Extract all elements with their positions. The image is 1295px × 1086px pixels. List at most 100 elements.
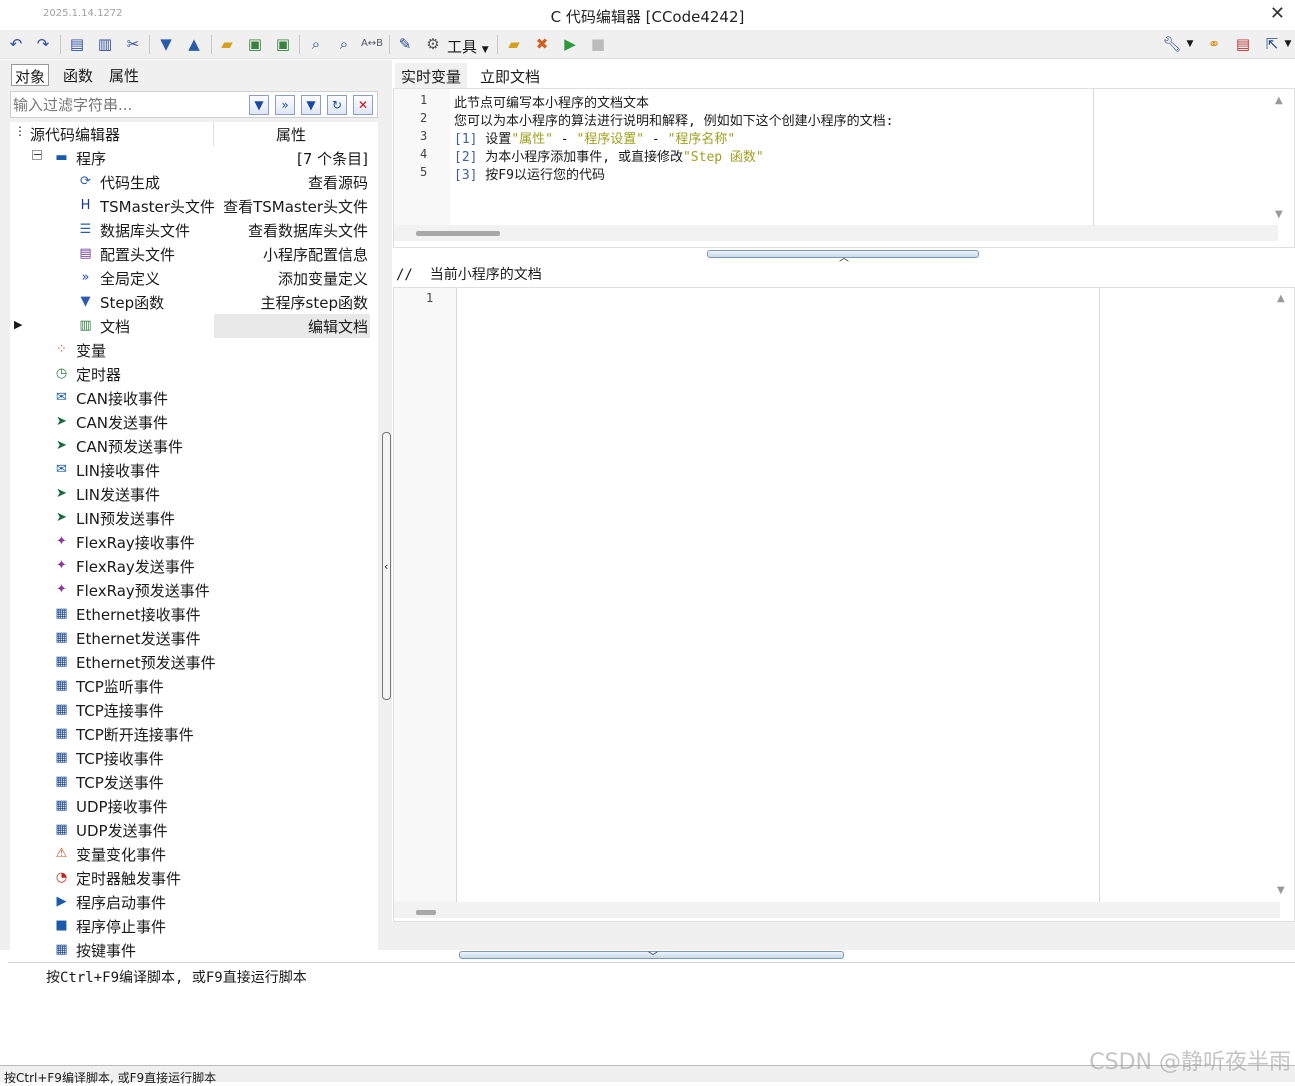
tree-item[interactable]: ◔ 定时器触发事件 [10,866,378,890]
tree-item-program[interactable]: − ▬ 程序 [7 个条目] [10,146,378,170]
ethernet-icon: ▦ [55,678,68,693]
tree-item-label: 按键事件 [76,942,137,960]
tree-item-label: 程序 [76,150,107,168]
apply-filter-icon[interactable]: » [275,95,295,115]
tree-item[interactable]: ▦ TCP连接事件 [10,698,378,722]
tree-item[interactable]: ✉ LIN接收事件 [10,458,378,482]
gear-icon[interactable]: ⚙ [423,34,443,54]
tree-item[interactable]: ◷ 定时器 [10,362,378,386]
tree-item-attr: 小程序配置信息 [262,246,368,264]
window-icon: ▬ [55,150,68,165]
scroll-up-icon[interactable]: ▲ [1275,95,1283,106]
tree-item[interactable]: ▦ TCP接收事件 [10,746,378,770]
toolbar: ↶ ↷ ▤ ▥ ✂ ▼ ▲ ▰ ▣ ▣ ⌕ ⌕ A↔B ✎ ⚙ 工具 ▼ ▰ ✖… [0,30,1295,59]
tree-item[interactable]: ✦ FlexRay发送事件 [10,554,378,578]
redo-icon[interactable]: ↷ [33,34,53,54]
global-icon: » [81,270,90,285]
tree-item[interactable]: ➤ LIN预发送事件 [10,506,378,530]
export-dropdown-icon[interactable]: ▼ [1278,34,1295,54]
filter-down-icon[interactable]: ▼ [301,95,321,115]
tree-item[interactable]: ▦ Ethernet发送事件 [10,626,378,650]
filter-bar: ▼ » ▼ ↻ ✕ [10,91,378,118]
cut-icon[interactable]: ✂ [123,34,143,54]
scroll-up-icon[interactable]: ▲ [1277,293,1285,304]
wrench-icon[interactable]: 🔧︎ [1162,34,1182,54]
tree-item[interactable]: ▦ UDP接收事件 [10,794,378,818]
tab-immediate-doc[interactable]: 立即文档 [474,63,547,89]
compile-icon[interactable]: ✖ [532,34,552,54]
move-down-icon[interactable]: ▼ [156,34,176,54]
tools-menu[interactable]: 工具 ▼ [447,36,489,57]
save-icon[interactable]: ▣ [245,34,265,54]
scroll-down-icon[interactable]: ▼ [1277,885,1285,896]
chevron-up-icon[interactable]: ︿ [839,249,849,264]
help-editor[interactable]: 1 2 3 4 5 此节点可编写本小程序的文档文本 您可以为本小程序的算法进行说… [393,88,1295,248]
close-doc-icon[interactable]: ▤ [1233,34,1253,54]
tree-item-5[interactable]: » 全局定义 添加变量定义 [10,266,378,290]
undo-icon[interactable]: ↶ [6,34,26,54]
tree-item[interactable]: ▦ TCP断开连接事件 [10,722,378,746]
tree-item[interactable]: ✦ FlexRay接收事件 [10,530,378,554]
tree-item[interactable]: ▦ TCP发送事件 [10,770,378,794]
copy-icon[interactable]: ▤ [67,34,87,54]
scroll-down-icon[interactable]: ▼ [1275,209,1283,220]
horizontal-scrollbar[interactable] [394,225,1278,241]
tree-item-4[interactable]: ▤ 配置头文件 小程序配置信息 [10,242,378,266]
tree-item[interactable]: ✉ CAN接收事件 [10,386,378,410]
doc-editor[interactable]: 1 ▲ ▼ [393,287,1295,922]
folder-icon[interactable]: ▰ [504,34,524,54]
tree-item[interactable]: ■ 程序停止事件 [10,914,378,938]
tree-item-label: 程序停止事件 [76,918,167,936]
link-icon[interactable]: ⚭ [1204,34,1224,54]
tree-item-2[interactable]: H TSMaster头文件 查看TSMaster头文件 [10,194,378,218]
paste-icon[interactable]: ▥ [95,34,115,54]
move-up-icon[interactable]: ▲ [184,34,204,54]
tree-item[interactable]: ➤ CAN预发送事件 [10,434,378,458]
collapse-icon[interactable]: − [32,149,42,160]
run-icon[interactable]: ▶ [560,34,580,54]
refresh-icon[interactable]: ↻ [327,95,347,115]
wrench-dropdown-icon[interactable]: ▼ [1180,34,1200,54]
tree-item[interactable]: ▶ 程序启动事件 [10,890,378,914]
tree-item[interactable]: ▦ Ethernet预发送事件 [10,650,378,674]
clear-filter-icon[interactable]: ✕ [353,95,373,115]
tree-item-7[interactable]: ▶ ▥ 文档 编辑文档 [10,314,378,338]
tree-item-attr: 主程序step函数 [260,294,368,312]
tree-item-6[interactable]: ▼ Step函数 主程序step函数 [10,290,378,314]
tree-item-1[interactable]: ⟳ 代码生成 查看源码 [10,170,378,194]
send-icon: ➤ [56,414,67,429]
save-as-icon[interactable]: ▣ [273,34,293,54]
tab-live-variables[interactable]: 实时变量 [395,63,468,89]
find-replace-icon[interactable]: ⌕ [334,34,354,54]
tree-item[interactable]: ▦ Ethernet接收事件 [10,602,378,626]
tree-item-3[interactable]: ☰ 数据库头文件 查看数据库头文件 [10,218,378,242]
close-icon[interactable]: ✕ [1270,3,1285,24]
pencil-icon[interactable]: ✎ [395,34,415,54]
tree-item[interactable]: ⁘ 变量 [10,338,378,362]
watermark: CSDN @静听夜半雨 [1089,1050,1291,1075]
chevron-down-icon[interactable]: ﹀ [648,948,658,963]
tree-item-attr: 添加变量定义 [277,270,368,288]
tab-objects[interactable]: 对象 [11,64,50,86]
horizontal-scrollbar[interactable] [394,902,1280,918]
filter-input[interactable] [13,95,243,115]
open-folder-icon[interactable]: ▰ [217,34,237,54]
tree-menu-icon[interactable]: ⋮ [14,124,26,138]
stop-icon[interactable]: ■ [588,34,608,54]
tree-item[interactable]: ⚠ 变量变化事件 [10,842,378,866]
tree-item[interactable]: ▦ UDP发送事件 [10,818,378,842]
tree-item[interactable]: ▦ 按键事件 [10,938,378,962]
collapse-left-icon[interactable]: ‹ [384,560,388,573]
tree-item[interactable]: ➤ LIN发送事件 [10,482,378,506]
filter-icon[interactable]: ▼ [249,95,269,115]
replace-ab-icon[interactable]: A↔B [361,34,383,54]
tree-item[interactable]: ▦ TCP监听事件 [10,674,378,698]
tab-properties[interactable]: 属性 [106,64,142,86]
ethernet-icon: ▦ [55,798,68,813]
tree-item[interactable]: ➤ CAN发送事件 [10,410,378,434]
gear-refresh-icon: ⟳ [80,174,91,189]
tree-item-label: CAN接收事件 [76,390,168,408]
search-icon[interactable]: ⌕ [306,34,326,54]
tree-item[interactable]: ✦ FlexRay预发送事件 [10,578,378,602]
tab-functions[interactable]: 函数 [60,64,96,86]
